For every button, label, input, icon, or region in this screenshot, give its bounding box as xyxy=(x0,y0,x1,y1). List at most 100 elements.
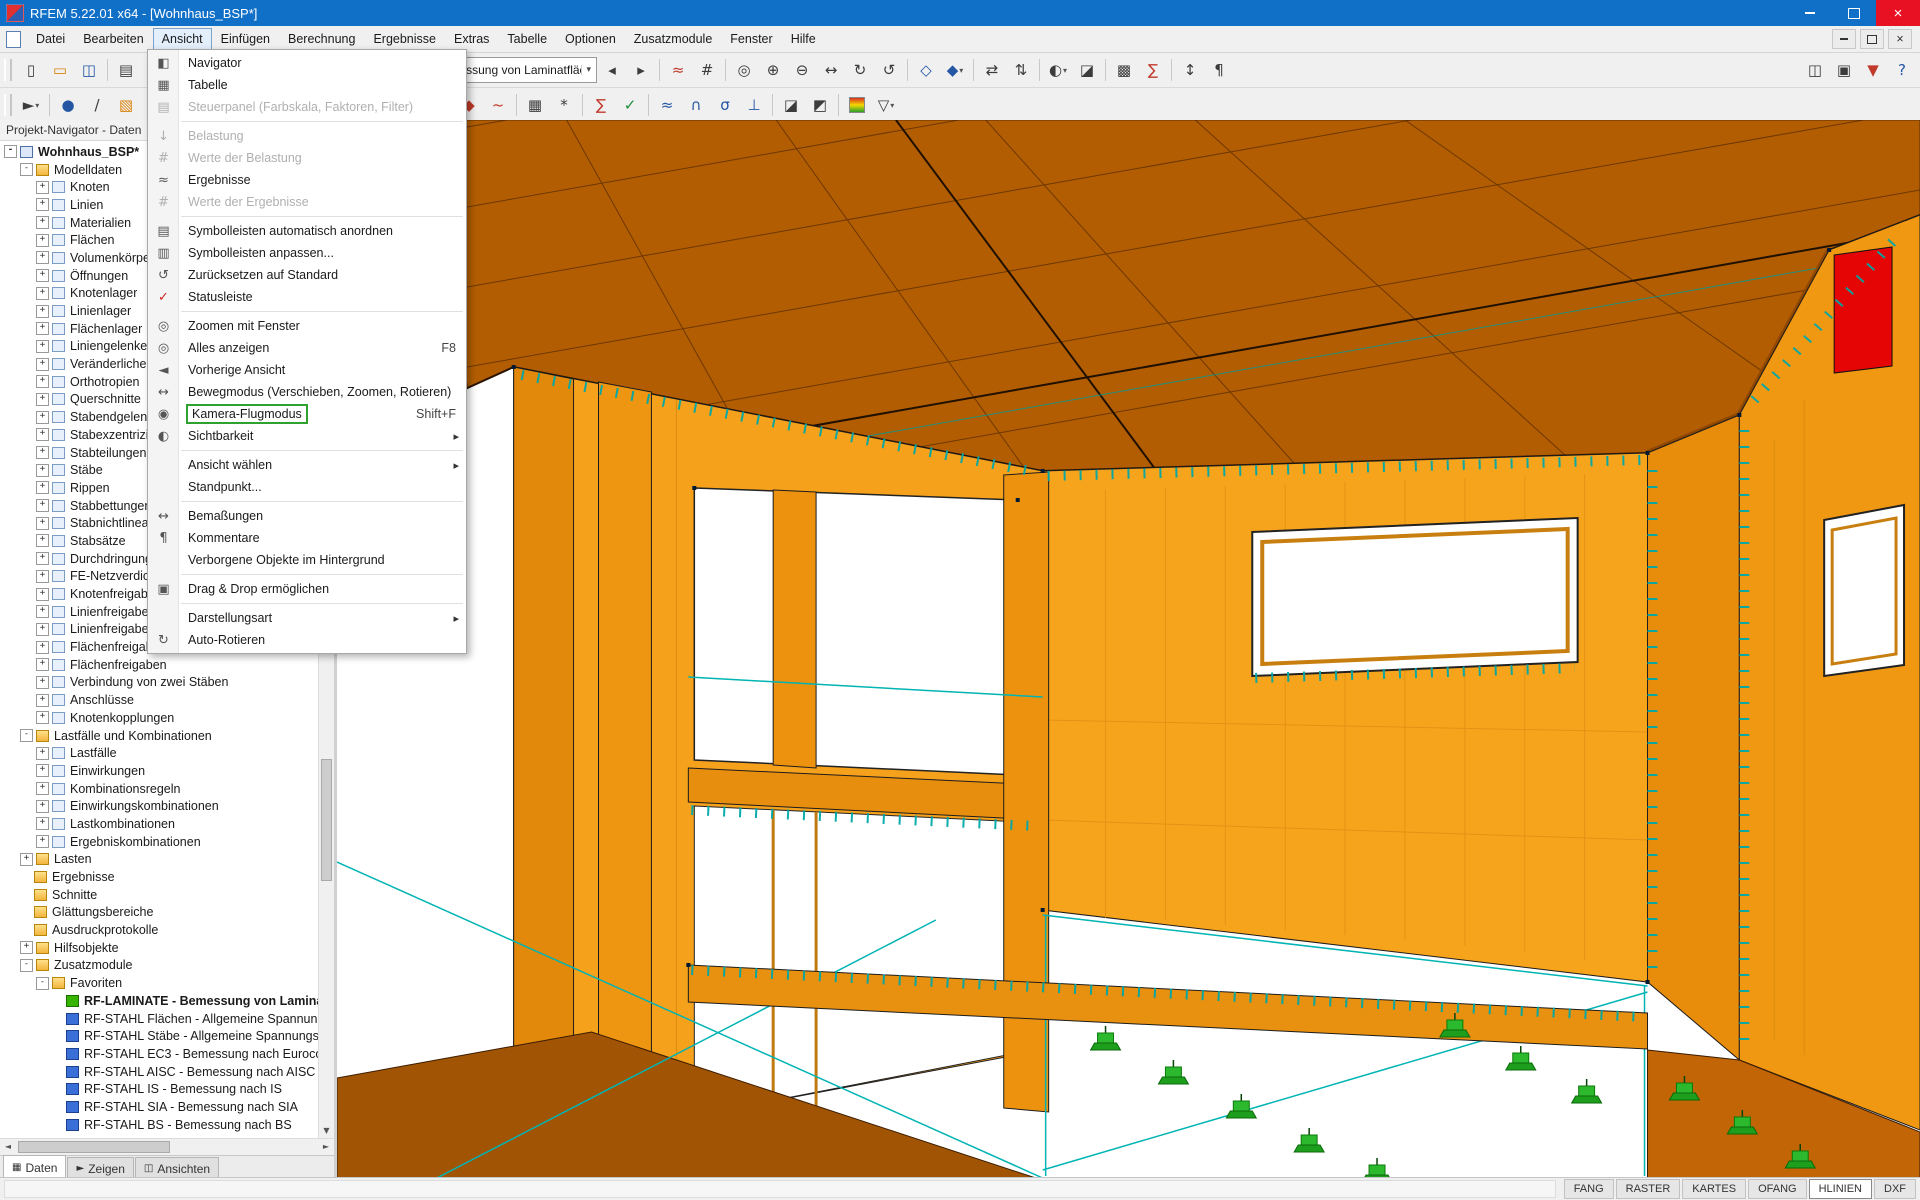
toolbar-fe-mesh[interactable]: ▩ xyxy=(1110,56,1138,84)
toolbar-previous-load-case[interactable]: ◂ xyxy=(598,56,626,84)
menu-item-statusleiste[interactable]: ✓Statusleiste xyxy=(148,286,466,308)
toolbar-mesh-generate[interactable]: ▦ xyxy=(521,91,549,119)
menu-item-werte-der-belastung[interactable]: #Werte der Belastung xyxy=(148,147,466,169)
navigator-tab-ansichten[interactable]: ◫Ansichten xyxy=(135,1157,219,1178)
collapse-icon[interactable]: - xyxy=(36,977,49,990)
mdi-close-button[interactable]: × xyxy=(1888,29,1912,49)
expand-icon[interactable]: + xyxy=(36,393,49,406)
viewport[interactable] xyxy=(337,120,1920,1178)
expand-icon[interactable]: + xyxy=(36,517,49,530)
toolbar-calculate-all[interactable]: ∑ xyxy=(587,91,615,119)
toolbar-visibility-modes[interactable]: ◐▾ xyxy=(1044,56,1072,84)
expand-icon[interactable]: + xyxy=(36,198,49,211)
tree-item-verbindung-von-zwei-st-ben[interactable]: +Verbindung von zwei Stäben xyxy=(0,674,319,692)
toolbar-zoom-in[interactable]: ⊕ xyxy=(759,56,787,84)
toolbar-imperfection[interactable]: ~ xyxy=(484,91,512,119)
menu-tabelle[interactable]: Tabelle xyxy=(498,28,556,50)
navigator-tab-zeigen[interactable]: ►Zeigen xyxy=(67,1157,133,1178)
minimize-button[interactable] xyxy=(1788,0,1832,26)
menu-item-ergebnisse[interactable]: ≈Ergebnisse xyxy=(148,169,466,191)
horizontal-scrollbar[interactable]: ◄ ► xyxy=(0,1138,334,1155)
toolbar-select-pointer[interactable]: ►▾ xyxy=(17,91,45,119)
menu-item-vorherige-ansicht[interactable]: ◄Vorherige Ansicht xyxy=(148,359,466,381)
toolbar-insert-line[interactable]: / xyxy=(83,91,111,119)
toolbar-print[interactable]: ▤ xyxy=(112,56,140,84)
toolbar-rotate-copy[interactable]: ⇅ xyxy=(1007,56,1035,84)
left-post-column[interactable] xyxy=(599,382,652,1134)
toolbar-results-toggle[interactable]: ≈ xyxy=(653,91,681,119)
tree-item-zusatzmodule[interactable]: -Zusatzmodule xyxy=(0,957,319,975)
maximize-button[interactable] xyxy=(1832,0,1876,26)
corner-wall-strip[interactable] xyxy=(1648,415,1740,1060)
tree-item-lastkombinationen[interactable]: +Lastkombinationen xyxy=(0,815,319,833)
tree-item-hilfsobjekte[interactable]: +Hilfsobjekte xyxy=(0,939,319,957)
tree-item-rf-stahl-is-bemessung-nach-is[interactable]: RF-STAHL IS - Bemessung nach IS xyxy=(0,1080,319,1098)
menu-item-sichtbarkeit[interactable]: ◐Sichtbarkeit▸ xyxy=(148,425,466,447)
tree-item-anschl-sse[interactable]: +Anschlüsse xyxy=(0,691,319,709)
mdi-restore-button[interactable] xyxy=(1860,29,1884,49)
toolbar-dimensions-tool[interactable]: ↕ xyxy=(1176,56,1204,84)
expand-icon[interactable]: + xyxy=(36,499,49,512)
toolbar-view-direction[interactable]: ◆▾ xyxy=(941,56,969,84)
toolbar-section-cut[interactable]: ◪ xyxy=(777,91,805,119)
menu-zusatzmodule[interactable]: Zusatzmodule xyxy=(625,28,722,50)
viewport-3d-model[interactable] xyxy=(337,120,1920,1178)
expand-icon[interactable]: + xyxy=(36,764,49,777)
expand-icon[interactable]: + xyxy=(36,446,49,459)
menu-item-symbolleisten-automatisch-anordnen[interactable]: ▤Symbolleisten automatisch anordnen xyxy=(148,220,466,242)
expand-icon[interactable]: + xyxy=(36,322,49,335)
tree-item-lasten[interactable]: +Lasten xyxy=(0,851,319,869)
menu-extras[interactable]: Extras xyxy=(445,28,498,50)
menu-item-verborgene-objekte-im-hintergrund[interactable]: Verborgene Objekte im Hintergrund xyxy=(148,549,466,571)
status-toggle-raster[interactable]: RASTER xyxy=(1616,1179,1681,1199)
expand-icon[interactable]: + xyxy=(36,552,49,565)
toolbar-support-reactions[interactable]: ⊥ xyxy=(740,91,768,119)
tree-item-fl-chenfreigaben[interactable]: +Flächenfreigaben xyxy=(0,656,319,674)
tree-item-knotenkopplungen[interactable]: +Knotenkopplungen xyxy=(0,709,319,727)
expand-icon[interactable]: + xyxy=(36,428,49,441)
toolbar-insert-surface[interactable]: ▧ xyxy=(112,91,140,119)
expand-icon[interactable]: + xyxy=(20,941,33,954)
expand-icon[interactable]: + xyxy=(36,570,49,583)
menu-item-zur-cksetzen-auf-standard[interactable]: ↺Zurücksetzen auf Standard xyxy=(148,264,466,286)
toolbar-insert-node[interactable]: ● xyxy=(54,91,82,119)
menu-item-steuerpanel-farbskala-faktoren-filter[interactable]: ▤Steuerpanel (Farbskala, Faktoren, Filte… xyxy=(148,96,466,118)
expand-icon[interactable]: + xyxy=(36,287,49,300)
tree-item-rf-stahl-sia-bemessung-nach-sia[interactable]: RF-STAHL SIA - Bemessung nach SIA xyxy=(0,1098,319,1116)
expand-icon[interactable]: + xyxy=(36,305,49,318)
left-middle-column[interactable] xyxy=(773,490,816,768)
tree-item-lastf-lle-und-kombinationen[interactable]: -Lastfälle und Kombinationen xyxy=(0,727,319,745)
toolbar-isometric-view[interactable]: ◇ xyxy=(912,56,940,84)
tree-item-schnitte[interactable]: Schnitte xyxy=(0,886,319,904)
expand-icon[interactable]: + xyxy=(36,464,49,477)
toolbar-zoom-window[interactable]: ◎ xyxy=(730,56,758,84)
status-toggle-ofang[interactable]: OFANG xyxy=(1748,1179,1807,1199)
mdi-minimize-button[interactable] xyxy=(1832,29,1856,49)
left-edge-column[interactable] xyxy=(514,367,574,1150)
tree-item-kombinationsregeln[interactable]: +Kombinationsregeln xyxy=(0,780,319,798)
expand-icon[interactable]: + xyxy=(36,747,49,760)
expand-icon[interactable]: + xyxy=(36,605,49,618)
vertical-scroll-thumb[interactable] xyxy=(321,759,332,881)
menu-item-auto-rotieren[interactable]: ↻Auto-Rotieren xyxy=(148,629,466,651)
toolbar-previous-zoom[interactable]: ↺ xyxy=(875,56,903,84)
expand-icon[interactable]: + xyxy=(36,181,49,194)
toolbar-color-scale[interactable] xyxy=(843,91,871,119)
menu-item-kamera-flugmodus[interactable]: ◉Kamera-FlugmodusShift+F xyxy=(148,403,466,425)
toolbar-new-window[interactable]: ◫ xyxy=(1801,56,1829,84)
toolbar-zoom-out[interactable]: ⊖ xyxy=(788,56,816,84)
toolbar-smoothing-ranges[interactable]: ◩ xyxy=(806,91,834,119)
menu-item-bewegmodus-verschieben-zoomen-rotieren[interactable]: ↔Bewegmodus (Verschieben, Zoomen, Rotier… xyxy=(148,381,466,403)
menu-item-kommentare[interactable]: ¶Kommentare xyxy=(148,527,466,549)
expand-icon[interactable]: + xyxy=(36,835,49,848)
menu-bearbeiten[interactable]: Bearbeiten xyxy=(74,28,152,50)
tree-item-rf-stahl-fl-chen-allgemeine-spannungsanalyse[interactable]: RF-STAHL Flächen - Allgemeine Spannungsa… xyxy=(0,1010,319,1028)
menu-ergebnisse[interactable]: Ergebnisse xyxy=(364,28,445,50)
menu-item-darstellungsart[interactable]: Darstellungsart▸ xyxy=(148,607,466,629)
toolbar-clipping-planes[interactable]: ◪ xyxy=(1073,56,1101,84)
toolbar-stresses[interactable]: σ xyxy=(711,91,739,119)
expand-icon[interactable]: + xyxy=(36,694,49,707)
menu-item-drag-drop-erm-glichen[interactable]: ▣Drag & Drop ermöglichen xyxy=(148,578,466,600)
expand-icon[interactable]: + xyxy=(36,375,49,388)
tree-item-rf-stahl-ec3-bemessung-nach-eurocode-3[interactable]: RF-STAHL EC3 - Bemessung nach Eurocode 3 xyxy=(0,1045,319,1063)
